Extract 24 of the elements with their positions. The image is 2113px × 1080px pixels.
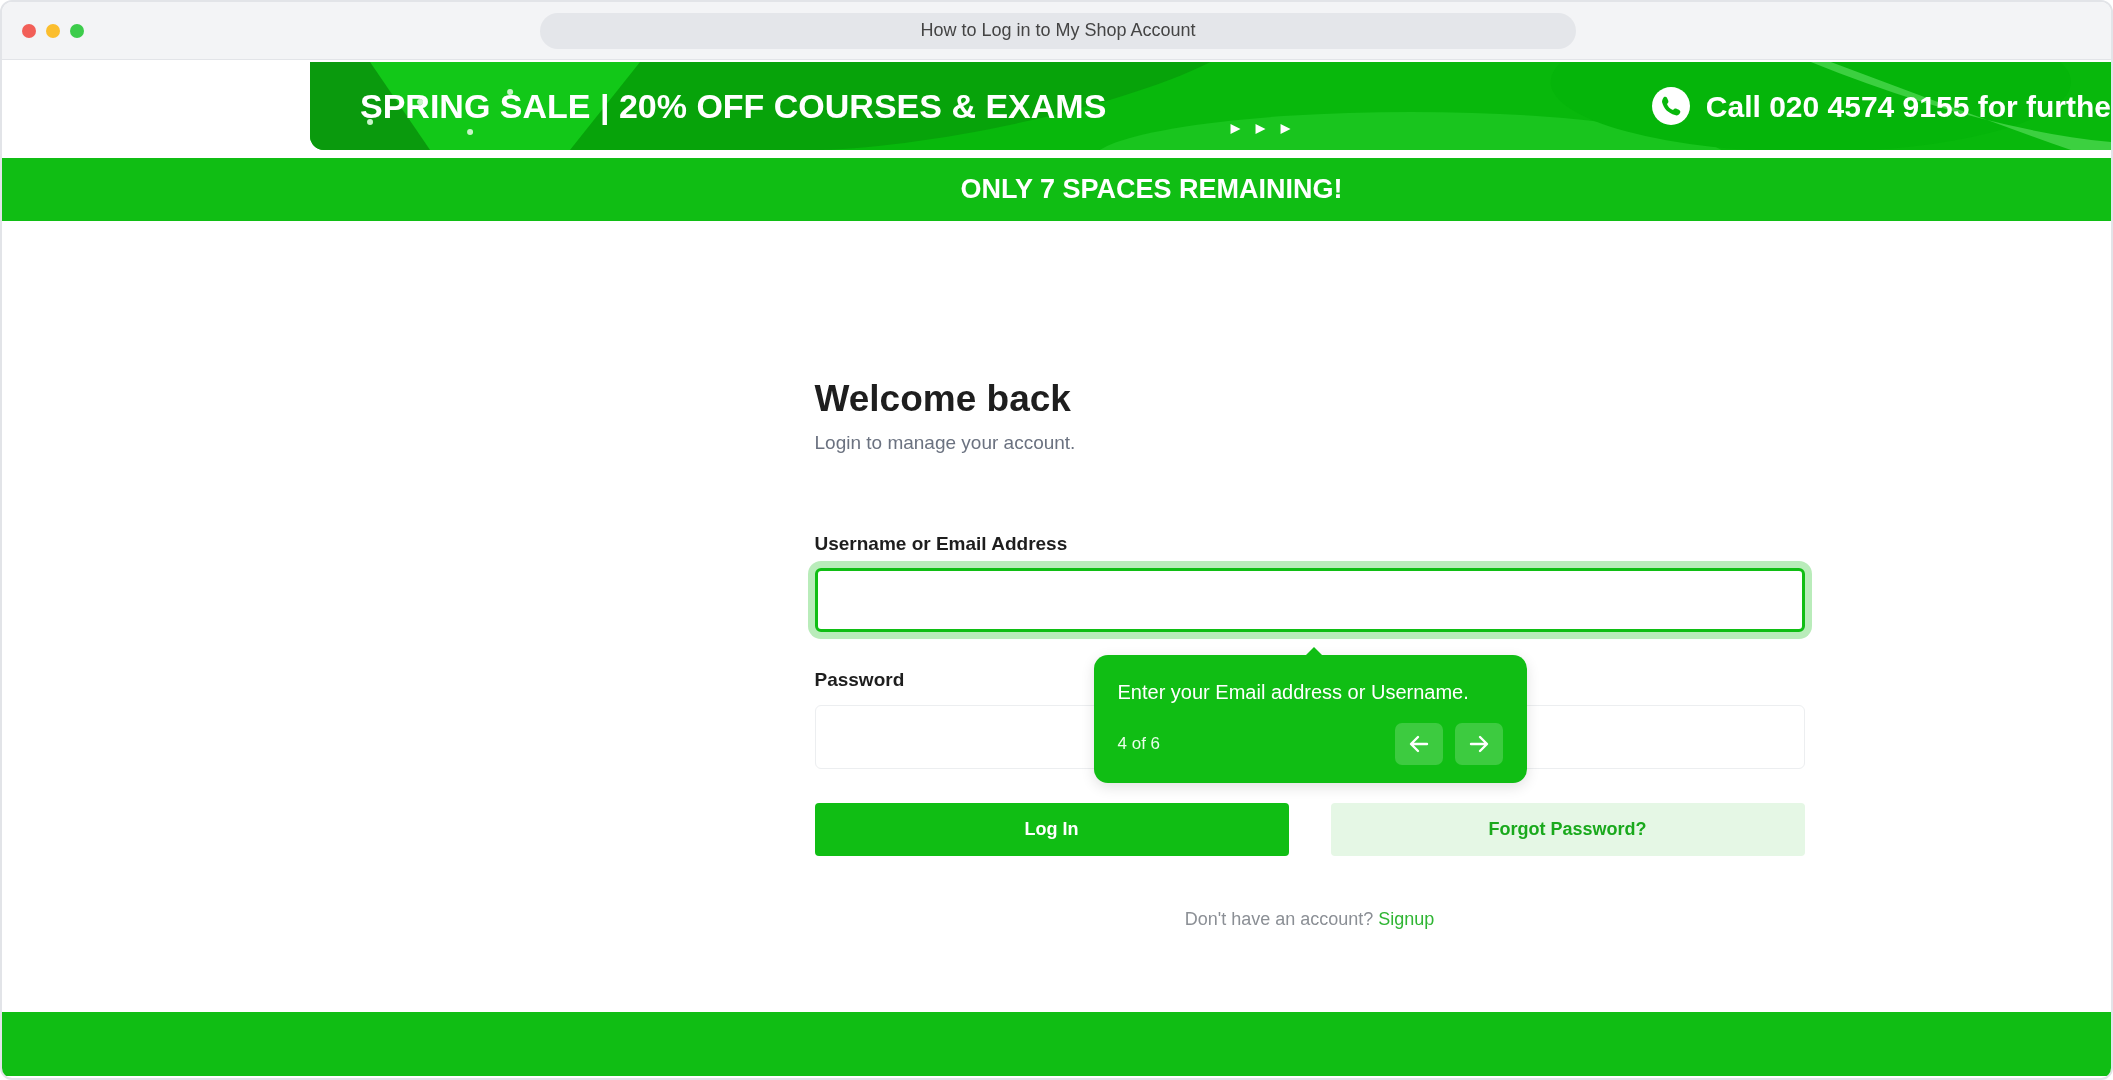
login-button[interactable]: Log In	[814, 802, 1289, 856]
minimize-window-dot[interactable]	[46, 23, 60, 38]
window-title: How to Log in to My Shop Account	[540, 12, 1576, 49]
arrow-left-icon	[1408, 735, 1429, 753]
arrow-right-icon	[1468, 735, 1489, 753]
phone-icon	[1651, 87, 1690, 125]
notice-bar: ONLY 7 SPACES REMAINING!	[2, 158, 2111, 221]
form-subtitle: Login to manage your account.	[814, 431, 1077, 456]
input-field[interactable]	[814, 568, 1805, 633]
tooltip-text: Enter your Email address or Username.	[1117, 680, 1470, 705]
previous-button[interactable]	[1394, 723, 1443, 765]
field-label: Username or Email Address	[814, 531, 1068, 556]
promo-banner[interactable]: SPRING SALE | 20% OFF COURSES & EXAMS Call 020 4574 9155 for furthe	[310, 62, 2111, 150]
forgot-password-button[interactable]: Forgot Password?	[1330, 802, 1805, 856]
next-button[interactable]	[1454, 723, 1503, 765]
form-title: Welcome back	[814, 377, 1072, 421]
sale-headline: SPRING SALE | 20% OFF COURSES & EXAMS	[360, 85, 1107, 127]
phone-text: Call 020 4574 9155 for furthe	[1705, 88, 2111, 125]
signup-prompt: Don't have an account? Signup	[1183, 907, 1436, 931]
field-label: Password	[814, 668, 905, 693]
signup-link[interactable]: Signup	[1378, 908, 1435, 929]
close-window-dot[interactable]	[22, 23, 36, 38]
step-counter: 4 of 6	[1117, 733, 1161, 756]
maximize-window-dot[interactable]	[70, 23, 84, 38]
